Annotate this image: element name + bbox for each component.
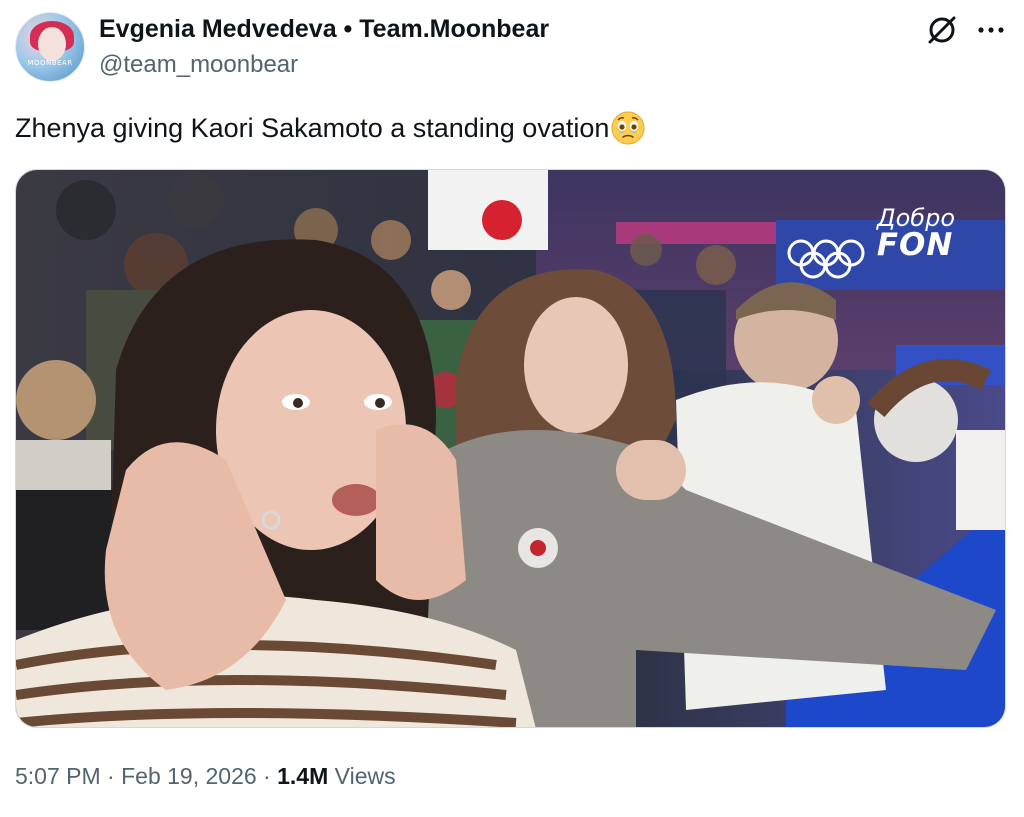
tweet-time[interactable]: 5:07 PM: [15, 763, 101, 789]
video-frame: [16, 170, 1005, 727]
tweet-date[interactable]: Feb 19, 2026: [121, 763, 257, 789]
watermark-line2: FON: [876, 227, 954, 263]
views-count[interactable]: 1.4M: [277, 763, 328, 789]
tweet-video[interactable]: Добро FON: [15, 169, 1006, 728]
avatar-face: [38, 27, 66, 61]
grok-icon[interactable]: [926, 14, 958, 46]
tweet-text: Zhenya giving Kaori Sakamoto a standing …: [15, 110, 646, 146]
more-horizontal-icon[interactable]: [975, 16, 1007, 44]
avatar-brand-text: MOONBEAR: [27, 59, 73, 67]
avatar[interactable]: MOONBEAR: [15, 12, 85, 82]
author-handle[interactable]: @team_moonbear: [99, 51, 298, 79]
meta-separator: ·: [256, 763, 278, 789]
tweet-meta: 5:07 PM · Feb 19, 2026 · 1.4M Views: [15, 763, 396, 790]
views-label: Views: [328, 763, 396, 789]
tweet-text-content: Zhenya giving Kaori Sakamoto a standing …: [15, 112, 610, 143]
face-holding-back-tears-emoji-icon: [611, 111, 645, 145]
author-display-name[interactable]: Evgenia Medvedeva • Team.Moonbear: [99, 15, 549, 44]
meta-separator: ·: [100, 763, 122, 789]
video-watermark: Добро FON: [877, 206, 955, 261]
